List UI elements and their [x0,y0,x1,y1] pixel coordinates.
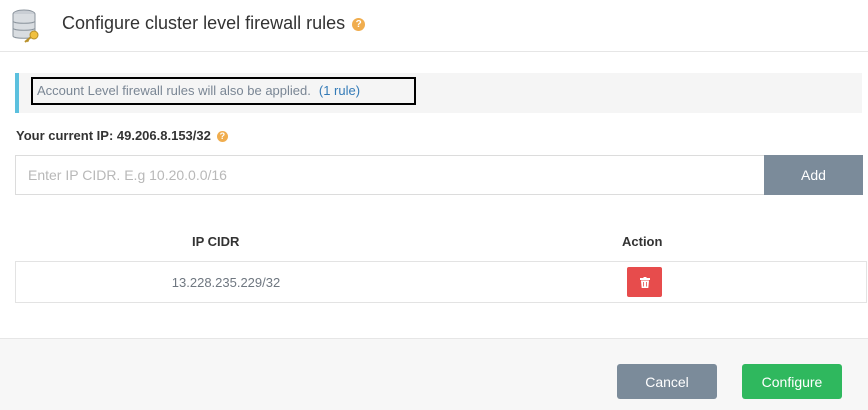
ip-cidr-input[interactable] [15,155,764,195]
header-divider [0,51,868,52]
rules-link[interactable]: (1 rule) [319,83,360,98]
info-banner: Account Level firewall rules will also b… [15,73,862,113]
info-text: Account Level firewall rules will also b… [37,83,311,98]
database-key-icon [12,9,39,43]
dialog-footer: Cancel Configure [0,338,868,410]
trash-icon [639,276,650,288]
delete-button[interactable] [627,267,662,297]
add-button[interactable]: Add [764,155,863,195]
current-ip: Your current IP: 49.206.8.153/32? [16,128,228,143]
column-header-action: Action [622,234,663,249]
page-title: Configure cluster level firewall rules? [62,13,366,34]
title-text: Configure cluster level firewall rules [62,13,346,33]
current-ip-label: Your current IP: 49.206.8.153/32 [16,128,211,143]
cidr-cell: 13.228.235.229/32 [171,275,281,290]
help-icon[interactable]: ? [352,17,366,31]
info-message: Account Level firewall rules will also b… [31,77,416,105]
dialog-header: Configure cluster level firewall rules? [0,0,868,51]
column-header-ip-cidr: IP CIDR [192,234,240,249]
cancel-button[interactable]: Cancel [617,364,717,399]
configure-button[interactable]: Configure [742,364,842,399]
table-row: 13.228.235.229/32 [15,261,867,303]
help-icon[interactable]: ? [216,131,228,143]
